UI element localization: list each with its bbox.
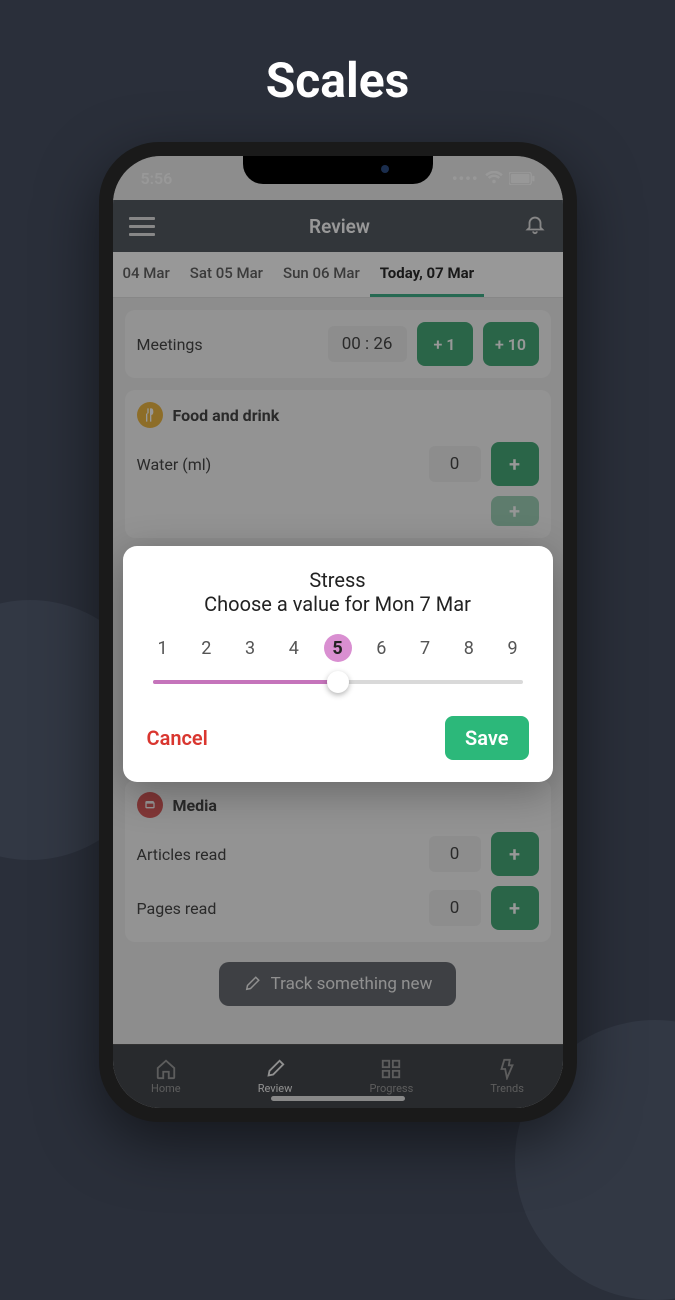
card-media: Media Articles read 0 + Pages read 0 + [125, 780, 551, 942]
cellular-dots-icon: •••• [452, 169, 479, 188]
media-title: Media [173, 796, 217, 815]
slider-thumb[interactable] [327, 671, 349, 693]
food-icon [137, 402, 163, 428]
scale-value[interactable]: 8 [455, 634, 483, 662]
meetings-label: Meetings [137, 335, 318, 354]
food-title: Food and drink [173, 406, 280, 425]
home-indicator [271, 1096, 405, 1101]
date-tabs: 04 Mar Sat 05 Mar Sun 06 Mar Today, 07 M… [113, 252, 563, 298]
pages-value[interactable]: 0 [429, 890, 481, 926]
inc-10-button[interactable]: + 10 [483, 322, 539, 366]
meetings-value[interactable]: 00 : 26 [328, 326, 407, 362]
scale-modal: Stress Choose a value for Mon 7 Mar 1234… [123, 546, 553, 782]
date-tab[interactable]: Sat 05 Mar [180, 252, 273, 297]
save-button[interactable]: Save [445, 716, 528, 760]
modal-subtitle: Choose a value for Mon 7 Mar [147, 592, 529, 616]
articles-label: Articles read [137, 845, 419, 864]
row-pages: Pages read 0 + [137, 886, 539, 930]
wifi-icon [485, 171, 503, 185]
date-tab[interactable]: Sun 06 Mar [273, 252, 370, 297]
card-food: Food and drink Water (ml) 0 + + [125, 390, 551, 538]
water-value[interactable]: 0 [429, 446, 481, 482]
add-button[interactable]: + [491, 886, 539, 930]
date-tab-active[interactable]: Today, 07 Mar [370, 252, 484, 297]
menu-icon[interactable] [129, 217, 155, 236]
track-new-label: Track something new [271, 974, 433, 994]
scale-value[interactable]: 2 [192, 634, 220, 662]
nav-home[interactable]: Home [151, 1058, 181, 1095]
scale-value[interactable]: 5 [324, 634, 352, 662]
battery-icon [509, 172, 535, 185]
scale-values: 123456789 [147, 634, 529, 662]
water-label: Water (ml) [137, 455, 419, 474]
inc-1-button[interactable]: + 1 [417, 322, 473, 366]
promo-title: Scales [0, 52, 675, 109]
status-time: 5:56 [141, 169, 173, 188]
scale-value[interactable]: 4 [280, 634, 308, 662]
bell-icon[interactable] [524, 212, 546, 240]
scale-slider[interactable] [147, 670, 529, 694]
pages-label: Pages read [137, 899, 419, 918]
top-bar: Review [113, 200, 563, 252]
add-button[interactable]: + [491, 442, 539, 486]
cancel-button[interactable]: Cancel [147, 726, 208, 750]
page-title: Review [309, 215, 370, 238]
media-icon [137, 792, 163, 818]
nav-label: Trends [490, 1082, 524, 1095]
phone-notch [243, 156, 433, 184]
add-button[interactable]: + [491, 496, 539, 526]
scale-value[interactable]: 7 [411, 634, 439, 662]
track-new-button[interactable]: Track something new [219, 962, 457, 1006]
nav-label: Progress [369, 1082, 413, 1095]
phone-frame: 5:56 •••• Review 04 Mar S [99, 142, 577, 1122]
add-button[interactable]: + [491, 832, 539, 876]
scale-value[interactable]: 6 [367, 634, 395, 662]
nav-review[interactable]: Review [258, 1058, 293, 1095]
nav-progress[interactable]: Progress [369, 1058, 413, 1095]
scale-value[interactable]: 9 [499, 634, 527, 662]
date-tab[interactable]: 04 Mar [113, 252, 180, 297]
nav-label: Home [151, 1082, 181, 1095]
articles-value[interactable]: 0 [429, 836, 481, 872]
nav-label: Review [258, 1082, 293, 1095]
scale-value[interactable]: 3 [236, 634, 264, 662]
scale-value[interactable]: 1 [149, 634, 177, 662]
row-water: Water (ml) 0 + [137, 442, 539, 486]
card-meetings: Meetings 00 : 26 + 1 + 10 [125, 310, 551, 378]
row-hidden: + [137, 496, 539, 526]
nav-trends[interactable]: Trends [490, 1058, 524, 1095]
modal-title: Stress [147, 568, 529, 592]
row-articles: Articles read 0 + [137, 832, 539, 876]
